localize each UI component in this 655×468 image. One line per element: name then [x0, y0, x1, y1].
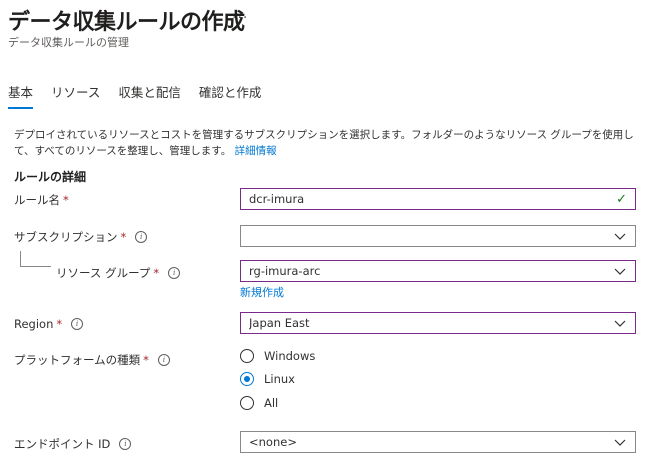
endpoint-value: <none> — [249, 435, 297, 449]
rule-name-value: dcr-imura — [249, 192, 305, 206]
rule-name-label-text: ルール名 — [14, 193, 60, 207]
required-marker: * — [63, 193, 69, 207]
checkmark-icon: ✓ — [616, 191, 627, 207]
endpoint-dropdown[interactable]: <none> — [240, 431, 636, 453]
info-icon[interactable]: i — [71, 318, 84, 330]
tab-basics[interactable]: 基本 — [8, 80, 34, 109]
tab-review-create[interactable]: 確認と作成 — [199, 80, 262, 109]
required-marker: * — [143, 353, 149, 367]
chevron-down-icon — [614, 233, 626, 240]
tab-collect-deliver[interactable]: 収集と配信 — [118, 80, 181, 109]
tab-bar: 基本 リソース 収集と配信 確認と作成 — [8, 80, 279, 109]
info-icon[interactable]: i — [135, 231, 148, 243]
platform-option-label: Windows — [264, 349, 316, 363]
subscription-label: サブスクリプション * i — [14, 229, 148, 245]
platform-option-all[interactable]: All — [240, 396, 278, 410]
required-marker: * — [120, 230, 127, 244]
learn-more-link[interactable]: 詳細情報 — [235, 145, 277, 157]
chevron-down-icon — [614, 268, 626, 275]
platform-option-linux[interactable]: Linux — [240, 372, 295, 386]
rule-name-input[interactable]: dcr-imura ✓ — [240, 188, 636, 210]
chevron-down-icon — [614, 320, 626, 327]
radio-button[interactable] — [240, 372, 254, 386]
region-label: Region * i — [14, 317, 84, 331]
resource-group-label-text: リソース グループ — [56, 266, 151, 280]
platform-label: プラットフォームの種類 * i — [14, 352, 170, 368]
page-title: データ収集ルールの作成 — [8, 10, 245, 35]
region-label-text: Region — [14, 317, 54, 331]
section-title: ルールの詳細 — [14, 170, 87, 184]
tree-connector — [20, 251, 51, 267]
chevron-down-icon — [614, 439, 626, 446]
description: デプロイされているリソースとコストを管理するサブスクリプションを選択します。フォ… — [14, 127, 644, 159]
radio-button[interactable] — [240, 349, 254, 363]
rule-name-label: ルール名 * — [14, 192, 69, 208]
region-value: Japan East — [249, 316, 310, 330]
endpoint-label-text: エンドポイント ID — [14, 437, 111, 451]
info-icon[interactable]: i — [119, 438, 132, 450]
radio-button[interactable] — [240, 396, 254, 410]
subscription-label-text: サブスクリプション — [14, 230, 118, 244]
resource-group-label: リソース グループ * i — [56, 265, 181, 281]
endpoint-label: エンドポイント ID i — [14, 436, 132, 452]
platform-option-windows[interactable]: Windows — [240, 349, 315, 363]
info-icon[interactable]: i — [157, 354, 170, 366]
tab-resources[interactable]: リソース — [51, 80, 100, 109]
platform-option-label: Linux — [264, 372, 295, 386]
platform-label-text: プラットフォームの種類 — [14, 353, 141, 367]
subscription-dropdown[interactable] — [240, 225, 636, 247]
required-marker: * — [153, 266, 160, 280]
resource-group-value: rg-imura-arc — [249, 264, 321, 278]
resource-group-dropdown[interactable]: rg-imura-arc — [240, 260, 636, 282]
info-icon[interactable]: i — [168, 267, 181, 279]
description-text: デプロイされているリソースとコストを管理するサブスクリプションを選択します。フォ… — [14, 129, 634, 157]
more-options-icon[interactable]: ··· — [232, 10, 248, 26]
platform-option-label: All — [264, 396, 279, 410]
required-marker: * — [56, 317, 63, 331]
page-subtitle: データ収集ルールの管理 — [8, 36, 129, 49]
create-new-link[interactable]: 新規作成 — [240, 284, 284, 300]
region-dropdown[interactable]: Japan East — [240, 312, 636, 334]
